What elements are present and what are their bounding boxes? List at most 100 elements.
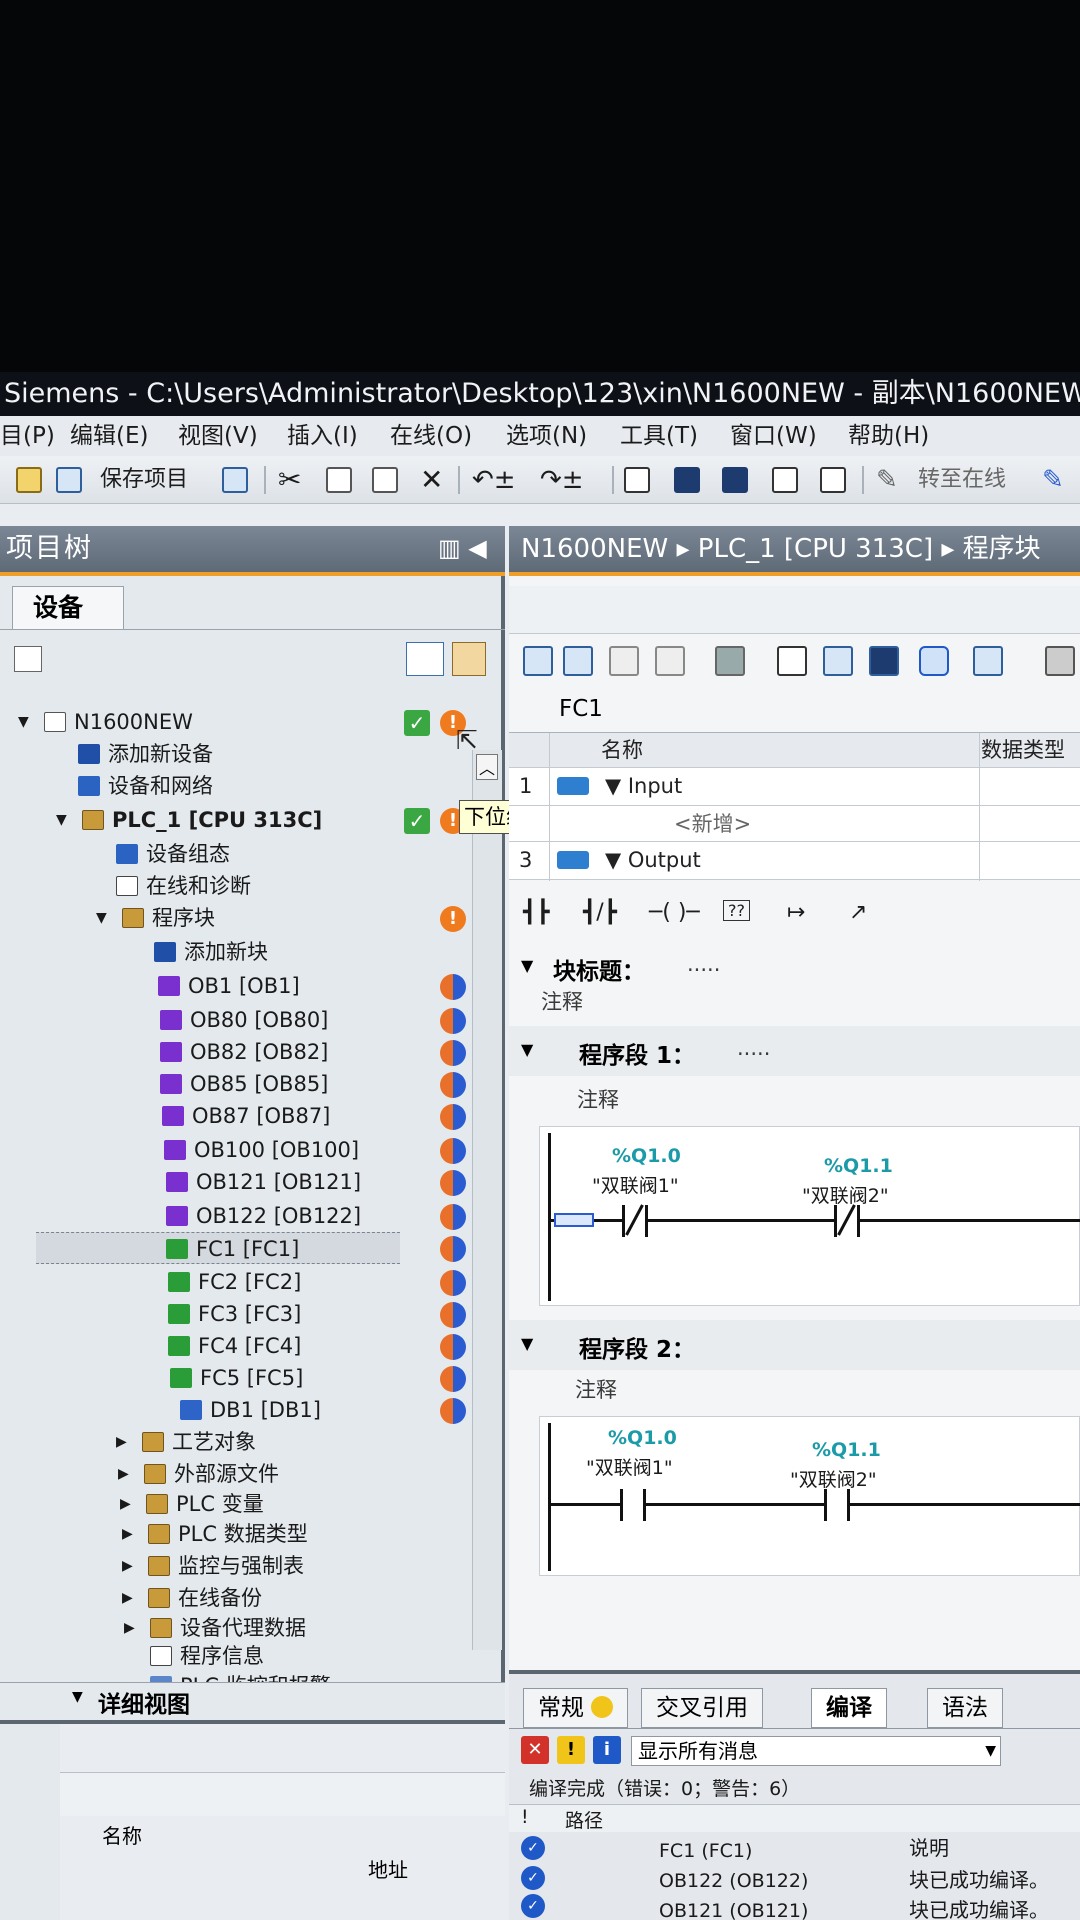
nc-contact-icon[interactable]: ┫/┣	[583, 900, 617, 925]
tab-cross-references[interactable]: 交叉引用	[641, 1688, 763, 1728]
coil-icon[interactable]: ─( )─	[649, 900, 700, 925]
tree-item-online-diagnostics[interactable]: 在线和诊断	[116, 870, 251, 902]
insert-network-icon[interactable]	[523, 646, 553, 676]
tree-refresh-icon[interactable]	[452, 642, 486, 676]
undo-icon[interactable]: ↶±	[472, 464, 516, 496]
tree-item-add-device[interactable]: 添加新设备	[78, 738, 213, 770]
simulation-icon[interactable]	[772, 464, 798, 496]
favorites-icon[interactable]	[973, 646, 1003, 676]
detail-view-title[interactable]: 详细视图	[98, 1685, 190, 1719]
monitor-icon[interactable]	[1045, 646, 1075, 676]
menu-window[interactable]: 窗口(W)	[730, 416, 817, 456]
tree-item-ob82[interactable]: OB82 [OB82]	[160, 1036, 328, 1068]
col-name[interactable]: 名称	[601, 733, 643, 767]
tree-item-devices-networks[interactable]: 设备和网络	[78, 770, 213, 802]
tree-item-plc-tags[interactable]: ▶ PLC 变量	[120, 1488, 264, 1520]
save-icon[interactable]	[56, 464, 82, 496]
tree-item-fc3[interactable]: FC3 [FC3]	[168, 1298, 301, 1330]
open-project-icon[interactable]	[16, 464, 42, 496]
menu-help[interactable]: 帮助(H)	[848, 416, 929, 456]
tree-item-program-info[interactable]: 程序信息	[150, 1640, 264, 1672]
delete-icon[interactable]: ✕	[420, 464, 443, 496]
message-filter-select[interactable]: 显示所有消息 ▼	[631, 1736, 1001, 1766]
tree-item-ob80[interactable]: OB80 [OB80]	[160, 1004, 328, 1036]
no-contact-q1-0[interactable]	[620, 1489, 646, 1521]
warning-filter-icon[interactable]: !	[557, 1736, 585, 1764]
tree-item-fc4[interactable]: FC4 [FC4]	[168, 1330, 301, 1362]
no-contact-q1-1[interactable]	[824, 1489, 850, 1521]
tree-item-add-block[interactable]: 添加新块	[154, 936, 268, 968]
tree-item-online-backups[interactable]: ▶ 在线备份	[122, 1582, 262, 1614]
absolute-operands-icon[interactable]	[715, 646, 745, 676]
overview-icon[interactable]	[406, 642, 444, 676]
tree-item-ob1[interactable]: OB1 [OB1]	[158, 970, 300, 1002]
menu-online[interactable]: 在线(O)	[390, 416, 472, 456]
col-description[interactable]: 说明	[909, 1832, 949, 1861]
tree-item-plc[interactable]: ▼ PLC_1 [CPU 313C]	[56, 804, 322, 836]
network-2-rung[interactable]: %Q1.0 "双联阀1" %Q1.1 "双联阀2"	[539, 1416, 1080, 1576]
tree-item-plc-data-types[interactable]: ▶ PLC 数据类型	[122, 1518, 308, 1550]
menu-insert[interactable]: 插入(I)	[287, 416, 358, 456]
show-tree-icon[interactable]	[14, 646, 42, 672]
tab-compile[interactable]: 编译	[811, 1688, 887, 1728]
upload-icon[interactable]	[722, 464, 748, 496]
delete-network-icon[interactable]	[563, 646, 593, 676]
copy-icon[interactable]	[326, 464, 352, 496]
network-1-comment[interactable]: 注释	[577, 1084, 619, 1114]
tree-item-project[interactable]: ▼ N1600NEW	[18, 706, 193, 738]
detail-col-name[interactable]: 名称	[102, 1820, 142, 1849]
col-path[interactable]: 路径	[565, 1806, 603, 1833]
print-icon[interactable]	[222, 464, 248, 496]
insert-row-icon[interactable]	[609, 646, 639, 676]
tab-devices[interactable]: 设备	[12, 586, 124, 630]
block-comment[interactable]: 注释	[541, 986, 583, 1016]
tab-general[interactable]: 常规	[523, 1688, 629, 1728]
network-2-comment[interactable]: 注释	[575, 1374, 617, 1404]
expand-all-icon[interactable]	[777, 646, 807, 676]
tree-item-ob121[interactable]: OB121 [OB121]	[166, 1166, 361, 1198]
tree-item-fc1[interactable]: FC1 [FC1]	[36, 1232, 400, 1264]
tree-item-device-config[interactable]: 设备组态	[116, 838, 230, 870]
tree-item-tech-objects[interactable]: ▶ 工艺对象	[116, 1426, 256, 1458]
collapse-panel-icon[interactable]: ▥ ◀	[438, 534, 487, 562]
menu-view[interactable]: 视图(V)	[178, 416, 258, 456]
compile-icon[interactable]	[624, 464, 650, 496]
open-all-icon[interactable]	[869, 646, 899, 676]
tree-item-program-blocks[interactable]: ▼ 程序块	[96, 902, 215, 934]
no-contact-icon[interactable]: ┫┣	[523, 900, 550, 925]
menu-edit[interactable]: 编辑(E)	[70, 416, 148, 456]
redo-icon[interactable]: ↷±	[540, 464, 584, 496]
error-filter-icon[interactable]: ✕	[521, 1736, 549, 1764]
tree-item-ob87[interactable]: OB87 [OB87]	[162, 1100, 330, 1132]
network-1-title[interactable]: 程序段 1：	[579, 1036, 695, 1070]
menu-tools[interactable]: 工具(T)	[620, 416, 698, 456]
interface-output-section[interactable]: ▼ Output	[605, 843, 701, 877]
rt-download-icon[interactable]	[820, 464, 846, 496]
tree-item-fc2[interactable]: FC2 [FC2]	[168, 1266, 301, 1298]
paste-icon[interactable]	[372, 464, 398, 496]
block-title[interactable]: 块标题：	[553, 952, 645, 986]
save-project-button[interactable]: 保存项目	[100, 464, 188, 496]
tree-item-ob85[interactable]: OB85 [OB85]	[160, 1068, 328, 1100]
collapse-all-icon[interactable]	[823, 646, 853, 676]
tree-item-db1[interactable]: DB1 [DB1]	[180, 1394, 321, 1426]
tree-item-fc5[interactable]: FC5 [FC5]	[170, 1362, 303, 1394]
empty-box-icon[interactable]: ??	[723, 900, 750, 921]
detail-col-address[interactable]: 地址	[368, 1854, 408, 1883]
close-branch-icon[interactable]: ↗	[849, 900, 867, 925]
go-offline-icon[interactable]: ✎	[1042, 464, 1064, 496]
network-2-title[interactable]: 程序段 2：	[579, 1330, 695, 1364]
cut-icon[interactable]: ✂	[278, 464, 301, 496]
comments-icon[interactable]	[919, 646, 949, 676]
tree-item-ob100[interactable]: OB100 [OB100]	[164, 1134, 359, 1166]
go-online-button[interactable]: 转至在线	[918, 464, 1006, 496]
col-data-type[interactable]: 数据类型	[981, 733, 1065, 767]
tree-item-ob122[interactable]: OB122 [OB122]	[166, 1200, 361, 1232]
network-1-rung[interactable]: %Q1.0 "双联阀1" %Q1.1 "双联阀2"	[539, 1126, 1080, 1306]
interface-add-new[interactable]: <新增>	[674, 807, 751, 841]
go-online-icon[interactable]: ✎	[876, 464, 898, 496]
interface-input-section[interactable]: ▼ Input	[605, 769, 682, 803]
tree-item-watch-force[interactable]: ▶ 监控与强制表	[122, 1550, 304, 1582]
add-row-icon[interactable]	[655, 646, 685, 676]
tab-syntax[interactable]: 语法	[927, 1688, 1003, 1728]
